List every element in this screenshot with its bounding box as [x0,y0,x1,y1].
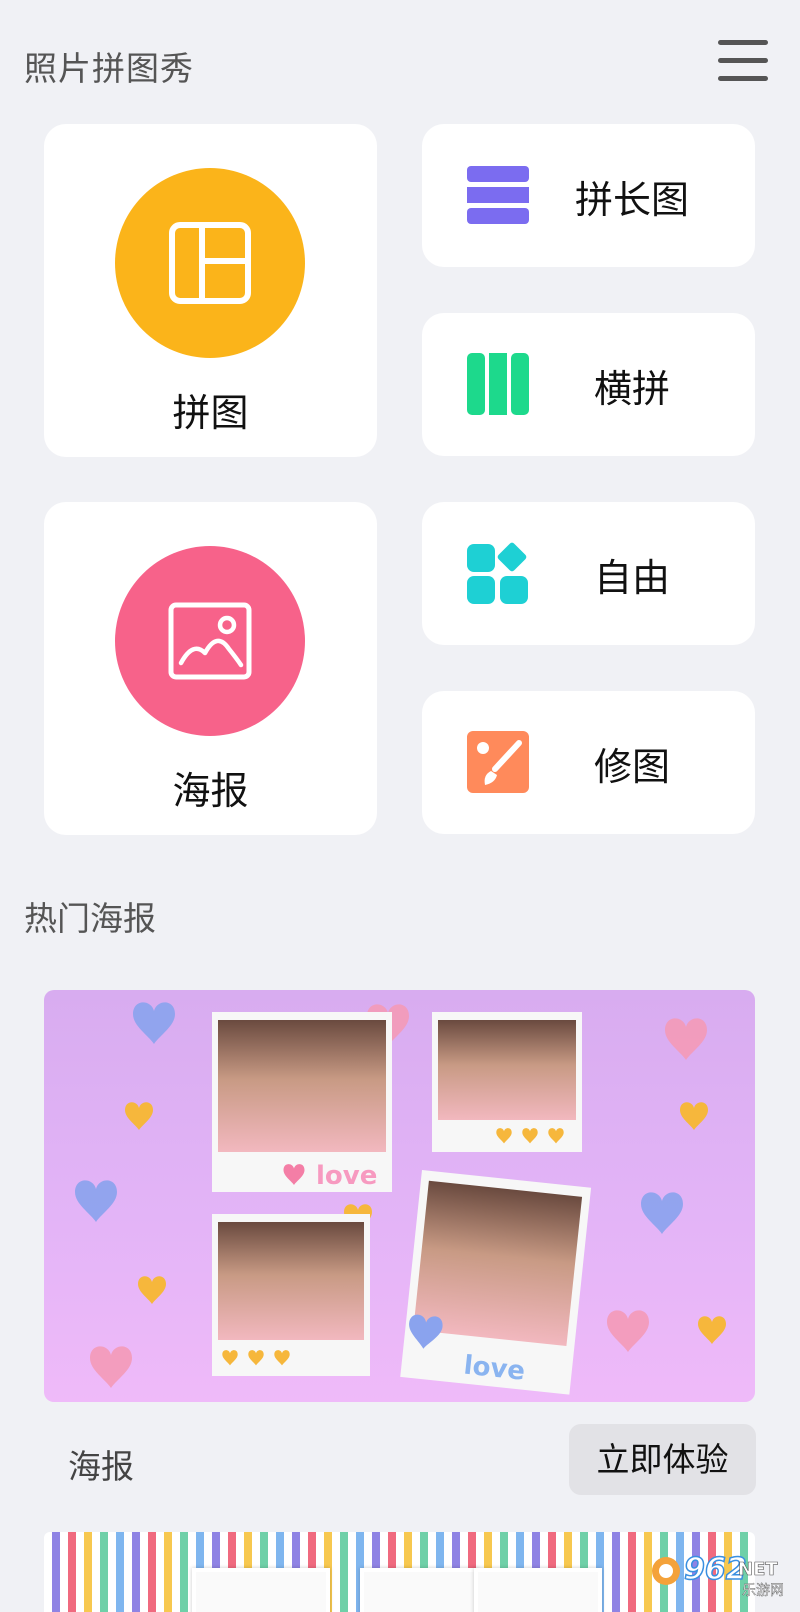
poster-circle [115,546,305,736]
free-layout-icon [467,542,528,604]
edit-card[interactable]: 修图 [422,691,755,834]
poster-card[interactable]: 海报 [44,502,377,835]
brush-edit-icon [467,731,529,793]
photo-caption: love [316,1161,377,1191]
site-watermark-logo: 962 NET 乐游网 [652,1551,784,1599]
photo-caption: love [462,1351,526,1387]
free-label: 自由 [593,556,670,600]
hamburger-menu-icon[interactable] [718,40,770,84]
poster-preview-image-2[interactable] [44,1532,755,1612]
collage-label: 拼图 [172,391,249,435]
collage-circle [115,168,305,358]
vertical-stripes-icon [467,353,529,415]
edit-label: 修图 [593,745,670,789]
poster-photo-frame [360,1568,478,1612]
horizontal-stitch-label: 横拼 [593,367,670,411]
svg-text:乐游网: 乐游网 [742,1583,784,1599]
poster-collage-artwork: love love [75,1002,726,1395]
poster-label: 海报 [172,769,249,813]
poster-photo-frame: love [212,1012,392,1192]
poster-preview-image[interactable]: love love [44,990,755,1402]
try-now-button[interactable]: 立即体验 [569,1424,756,1495]
poster-photo-frame: love [400,1170,592,1395]
poster-name-label: 海报 [68,1447,134,1486]
long-stitch-label: 拼长图 [574,178,689,222]
free-card[interactable]: 自由 [422,502,755,645]
image-icon [168,602,252,680]
svg-text:NET: NET [738,1559,778,1580]
long-stitch-card[interactable]: 拼长图 [422,124,755,267]
poster-photo-frame [212,1214,370,1376]
collage-card[interactable]: 拼图 [44,124,377,457]
horizontal-stripes-icon [467,166,529,224]
poster-photo-frame [192,1568,330,1612]
poster-photo-frame [474,1568,602,1612]
app-title: 照片拼图秀 [24,49,194,88]
section-title-hot-posters: 热门海报 [24,899,156,938]
poster-photo-frame [432,1012,582,1152]
horizontal-stitch-card[interactable]: 横拼 [422,313,755,456]
collage-grid-icon [169,222,251,304]
